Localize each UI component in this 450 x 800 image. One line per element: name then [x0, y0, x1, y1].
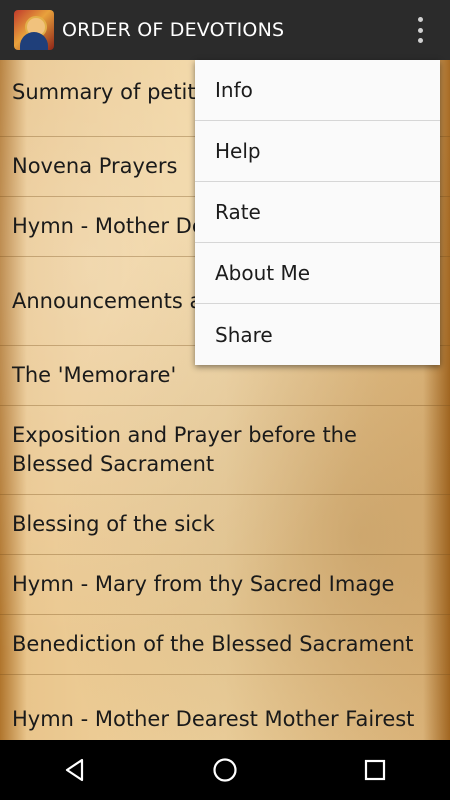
menu-item-share[interactable]: Share [195, 304, 440, 365]
app-logo-icon [14, 10, 54, 50]
list-item[interactable]: Benediction of the Blessed Sacrament [0, 615, 450, 675]
menu-item-rate[interactable]: Rate [195, 182, 440, 243]
list-item-label: Hymn - Mother Dearest Mother Fairest [12, 706, 415, 731]
list-item[interactable]: Hymn - Mary from thy Sacred Image [0, 555, 450, 615]
menu-item-help[interactable]: Help [195, 121, 440, 182]
back-icon[interactable] [45, 740, 105, 800]
app-bar: ORDER OF DEVOTIONS [0, 0, 450, 60]
list-item[interactable]: Blessing of the sick [0, 495, 450, 555]
menu-item-info[interactable]: Info [195, 60, 440, 121]
home-icon[interactable] [195, 740, 255, 800]
navigation-bar [0, 740, 450, 800]
list-item-label: Blessing of the sick [12, 512, 215, 536]
list-item[interactable]: Hymn - Mother Dearest Mother Fairest [0, 675, 450, 740]
app-title: ORDER OF DEVOTIONS [62, 19, 285, 41]
overflow-menu-icon[interactable] [416, 17, 424, 43]
recents-icon[interactable] [345, 740, 405, 800]
overflow-menu: Info Help Rate About Me Share [195, 60, 440, 365]
menu-item-about-me[interactable]: About Me [195, 243, 440, 304]
list-item-label: Novena Prayers [12, 154, 178, 178]
list-item-label: Benediction of the Blessed Sacrament [12, 632, 414, 656]
list-item[interactable]: Exposition and Prayer before the Blessed… [0, 406, 450, 495]
list-item-label: Hymn - Mary from thy Sacred Image [12, 572, 395, 596]
list-item-label: The 'Memorare' [12, 363, 177, 387]
list-item-label: Exposition and Prayer before the Blessed… [12, 423, 357, 476]
